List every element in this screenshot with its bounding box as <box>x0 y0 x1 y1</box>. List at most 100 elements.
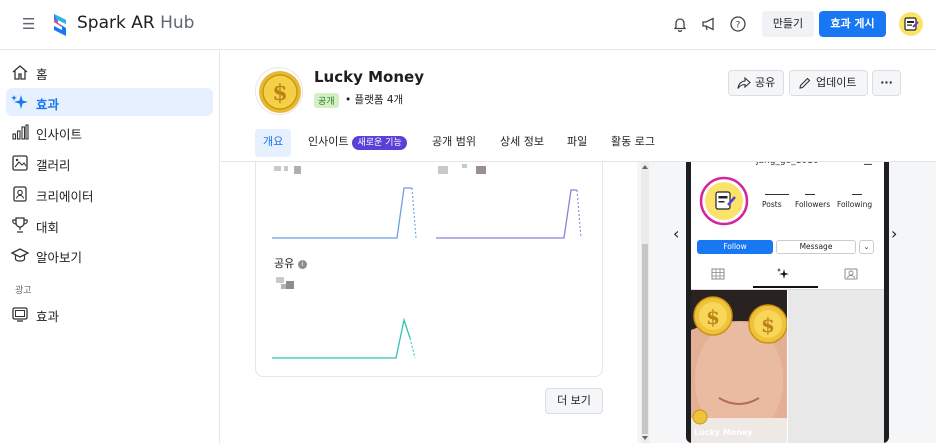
tab-overview[interactable]: 개요 <box>255 129 292 157</box>
share-label: 공유 <box>755 76 776 89</box>
chevron-down-icon[interactable]: ⌄ <box>859 240 874 254</box>
update-button[interactable]: 업데이트 <box>789 70 868 96</box>
message-button[interactable]: Message <box>776 240 856 254</box>
insights-card: 공유 i <box>255 162 603 377</box>
share-icon <box>737 76 751 89</box>
sidebar-item-insights[interactable]: 인사이트 <box>6 118 213 146</box>
app-suffix: Hub <box>160 13 195 33</box>
share-button[interactable]: 공유 <box>728 70 784 96</box>
views-trend-chart <box>272 187 417 239</box>
info-icon[interactable]: i <box>297 259 307 269</box>
blurred-value <box>284 166 288 171</box>
coin-icon: $ <box>259 71 301 113</box>
publish-effect-button[interactable]: 효과 게시 <box>819 11 886 37</box>
tab-insights[interactable]: 인사이트 새로운 기능 <box>308 129 407 157</box>
blurred-value <box>276 277 284 283</box>
more-options-button[interactable]: ··· <box>872 70 901 96</box>
effect-preview-image: $ $ Lucky Money <box>691 290 787 443</box>
main-content: $ Lucky Money 공개 • 플랫폼 4개 공유 업데이트 ··· 개요… <box>221 51 936 443</box>
effect-caption: Lucky Money <box>694 428 753 437</box>
blurred-value <box>274 166 281 171</box>
captures-trend-chart <box>436 189 582 239</box>
svg-text:?: ? <box>736 21 741 31</box>
instagram-profile-preview: jang_go_1010 ☰ Posts Followers Following… <box>691 162 884 443</box>
sidebar: 홈 효과 인사이트 갤러리 크리에이터 대회 알아보기 광고 효과 <box>0 51 220 443</box>
platform-count-text: 플랫폼 4개 <box>354 94 404 106</box>
effect-preview-panel: ‹ › jang_go_1010 ☰ Posts Followers <box>637 162 936 443</box>
sidebar-item-effects[interactable]: 효과 <box>6 88 213 116</box>
effects-tab-icon[interactable] <box>776 267 790 281</box>
blurred-value <box>438 166 448 174</box>
svg-text:$: $ <box>761 313 775 337</box>
sidebar-item-home[interactable]: 홈 <box>6 58 213 86</box>
profile-avatar <box>699 176 749 226</box>
followers-label: Followers <box>795 200 831 209</box>
following-label: Following <box>837 200 873 209</box>
empty-tile <box>788 290 884 443</box>
follow-button[interactable]: Follow <box>697 240 773 254</box>
trophy-icon <box>12 217 28 233</box>
sidebar-item-label: 갤러리 <box>36 158 71 173</box>
tab-files[interactable]: 파일 <box>567 129 587 157</box>
face-preview-icon: $ $ <box>691 290 787 443</box>
pencil-icon <box>799 77 811 89</box>
home-icon <box>12 65 28 80</box>
spark-ar-logo-icon[interactable] <box>50 12 70 38</box>
see-more-button[interactable]: 더 보기 <box>545 388 603 414</box>
menu-icon[interactable]: ☰ <box>22 15 35 33</box>
posts-label: Posts <box>762 200 782 209</box>
chevron-right-icon[interactable]: › <box>891 224 897 243</box>
create-button[interactable]: 만들기 <box>762 11 814 37</box>
svg-text:$: $ <box>272 80 287 106</box>
grid-icon[interactable] <box>711 268 725 280</box>
profile-username: jang_go_1010 <box>756 162 819 166</box>
help-icon[interactable]: ? <box>729 15 747 33</box>
ads-section-title: 광고 <box>15 286 32 296</box>
avatar-icon <box>904 17 919 31</box>
sidebar-item-competitions[interactable]: 대회 <box>6 211 213 239</box>
sidebar-item-label: 인사이트 <box>36 127 83 142</box>
avatar[interactable] <box>899 12 923 36</box>
gallery-icon <box>12 155 28 171</box>
following-count-dash <box>852 194 862 195</box>
app-name: Spark AR <box>77 13 155 33</box>
sparkle-icon <box>11 95 28 109</box>
sidebar-item-label: 효과 <box>36 97 60 112</box>
sidebar-item-ad-effects[interactable]: 효과 <box>6 300 213 328</box>
blurred-value <box>286 281 294 289</box>
share-metric-text: 공유 <box>274 257 295 270</box>
tab-details[interactable]: 상세 정보 <box>500 129 544 157</box>
phone-frame: jang_go_1010 ☰ Posts Followers Following… <box>686 162 889 443</box>
sidebar-item-creators[interactable]: 크리에이터 <box>6 180 213 208</box>
chevron-left-icon[interactable]: ‹ <box>673 224 679 243</box>
tagged-icon[interactable] <box>844 268 858 280</box>
shares-trend-chart <box>272 317 416 359</box>
platform-count: • 플랫폼 4개 <box>345 94 404 106</box>
app-title[interactable]: Spark AR Hub <box>77 13 194 33</box>
sidebar-item-label: 효과 <box>36 309 60 324</box>
sidebar-item-gallery[interactable]: 갤러리 <box>6 149 213 177</box>
monitor-icon <box>12 307 28 322</box>
blurred-value <box>462 164 467 168</box>
top-bar: ☰ Spark AR Hub ? 만들기 효과 게시 <box>0 0 936 50</box>
megaphone-icon[interactable] <box>700 15 718 33</box>
share-metric-label: 공유 i <box>274 255 307 271</box>
creator-badge-icon <box>13 186 27 202</box>
svg-text:$: $ <box>706 305 720 329</box>
status-badge: 공개 <box>314 93 339 108</box>
graduation-cap-icon <box>11 248 29 262</box>
effect-title: Lucky Money <box>314 68 424 86</box>
blurred-value <box>476 166 486 174</box>
effect-thumbnail: $ <box>255 67 303 115</box>
menu-icon: ☰ <box>863 162 873 168</box>
bell-icon[interactable] <box>671 15 689 33</box>
posts-count-dash <box>765 194 789 195</box>
tab-activity-log[interactable]: 활동 로그 <box>611 129 655 157</box>
bar-chart-icon <box>12 124 29 140</box>
followers-count-dash <box>805 194 815 195</box>
tab-visibility[interactable]: 공개 범위 <box>432 129 476 157</box>
sidebar-item-label: 알아보기 <box>36 250 83 265</box>
scrollbar[interactable] <box>639 162 649 443</box>
sidebar-item-learn[interactable]: 알아보기 <box>6 241 213 269</box>
sidebar-item-label: 홈 <box>36 67 48 82</box>
